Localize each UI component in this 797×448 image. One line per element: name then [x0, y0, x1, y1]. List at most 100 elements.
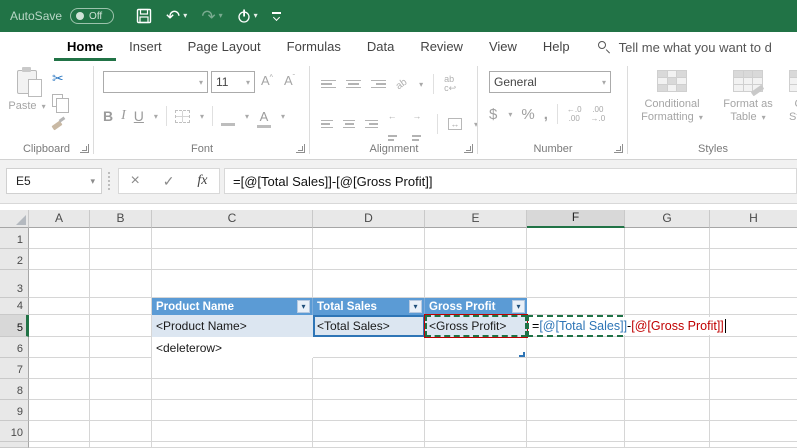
touch-mouse-mode-button[interactable]: ▾	[237, 9, 258, 24]
orientation-button[interactable]: ab	[394, 76, 409, 91]
font-color-dropdown-icon[interactable]: ▾	[281, 112, 285, 121]
column-header-c[interactable]: C	[152, 210, 313, 228]
cell-f5-formula-text[interactable]: = [@[Total Sales]] - [@[Gross Profit]]	[532, 318, 727, 334]
borders-dropdown-icon[interactable]: ▾	[200, 112, 204, 121]
bold-button[interactable]: B	[103, 108, 113, 124]
comma-style-button[interactable]: ,	[544, 106, 548, 123]
wrap-text-button[interactable]: ab c↩	[444, 75, 456, 93]
tab-page-layout[interactable]: Page Layout	[175, 33, 274, 61]
table-header-product-name[interactable]: Product Name ▾	[152, 298, 313, 315]
column-header-d[interactable]: D	[313, 210, 425, 228]
cell-d5-referenced-blue[interactable]: <Total Sales>	[313, 315, 425, 337]
table-header-total-sales[interactable]: Total Sales ▾	[313, 298, 425, 315]
row-header-9[interactable]: 9	[0, 400, 29, 421]
tab-view[interactable]: View	[476, 33, 530, 61]
row-header-1[interactable]: 1	[0, 228, 29, 249]
sheet-row-7[interactable]: 7	[0, 358, 797, 379]
increase-font-size-button[interactable]: A^	[261, 73, 273, 88]
redo-dropdown-icon[interactable]: ▾	[219, 12, 223, 20]
underline-button[interactable]: U	[134, 108, 144, 124]
filter-dropdown-icon[interactable]: ▾	[512, 300, 525, 313]
tab-insert[interactable]: Insert	[116, 33, 175, 61]
row-header-11[interactable]: 11	[0, 442, 29, 448]
tab-formulas[interactable]: Formulas	[274, 33, 354, 61]
number-format-combobox[interactable]: General ▾	[489, 71, 611, 93]
column-header-a[interactable]: A	[29, 210, 90, 228]
align-left-button[interactable]	[321, 119, 334, 129]
column-header-b[interactable]: B	[90, 210, 152, 228]
tab-review[interactable]: Review	[407, 33, 476, 61]
undo-button[interactable]: ↶ ▾	[166, 8, 187, 25]
cut-button[interactable]: ✂	[52, 70, 69, 87]
table-header-gross-profit[interactable]: Gross Profit ▾	[425, 298, 527, 315]
cell-styles-button[interactable]: Cell Styles	[781, 70, 797, 124]
conditional-formatting-button[interactable]: Conditional Formatting ▾	[631, 70, 713, 124]
fill-color-dropdown-icon[interactable]: ▾	[245, 112, 249, 121]
column-header-f-active[interactable]: F	[527, 210, 625, 228]
row-header-3[interactable]: 3	[0, 270, 29, 298]
align-right-button[interactable]	[365, 119, 378, 129]
insert-function-button[interactable]: fx	[197, 173, 207, 189]
table-resize-handle-icon[interactable]	[519, 352, 525, 357]
row-header-6[interactable]: 6	[0, 337, 29, 358]
cancel-button[interactable]: ×	[130, 172, 139, 190]
sheet-row-11[interactable]: 11	[0, 442, 797, 448]
save-button[interactable]	[136, 8, 152, 24]
merge-center-button[interactable]: ↔	[447, 118, 462, 130]
sheet-row-6[interactable]: 6	[0, 337, 797, 358]
autosave-toggle[interactable]: Off	[70, 8, 115, 24]
orientation-dropdown-icon[interactable]: ▾	[419, 80, 423, 89]
row-header-8[interactable]: 8	[0, 379, 29, 400]
redo-button[interactable]: ↷ ▾	[201, 8, 222, 25]
increase-indent-button[interactable]: →	[412, 106, 427, 142]
middle-align-button[interactable]	[346, 79, 361, 89]
italic-button[interactable]: I	[121, 108, 126, 124]
sheet-row-1[interactable]: 1	[0, 228, 797, 249]
tell-me-search[interactable]: Tell me what you want to d	[597, 40, 772, 55]
row-header-2[interactable]: 2	[0, 249, 29, 270]
currency-button[interactable]: $	[489, 106, 497, 123]
format-painter-button[interactable]	[52, 114, 69, 131]
percent-button[interactable]: %	[521, 106, 534, 123]
column-header-e[interactable]: E	[425, 210, 527, 228]
undo-dropdown-icon[interactable]: ▾	[183, 12, 187, 20]
column-header-g[interactable]: G	[625, 210, 710, 228]
column-header-h[interactable]: H	[710, 210, 797, 228]
formula-bar-input[interactable]: =[@[Total Sales]]-[@[Gross Profit]]	[224, 168, 797, 194]
alignment-dialog-launcher-icon[interactable]	[464, 144, 473, 153]
increase-decimal-button[interactable]: ←.0 .00	[567, 105, 582, 123]
filter-dropdown-icon[interactable]: ▾	[409, 300, 422, 313]
name-box-dropdown-icon[interactable]: ▾	[90, 176, 101, 187]
underline-dropdown-icon[interactable]: ▾	[154, 112, 158, 121]
paste-button[interactable]: Paste ▾	[8, 67, 46, 142]
paste-dropdown-icon[interactable]: ▾	[42, 102, 46, 111]
decrease-decimal-button[interactable]: .00 →.0	[591, 105, 606, 123]
tab-help[interactable]: Help	[530, 33, 583, 61]
tab-home[interactable]: Home	[54, 33, 117, 61]
row-header-5-active[interactable]: 5	[0, 315, 29, 337]
select-all-button[interactable]	[0, 210, 29, 228]
worksheet-grid[interactable]: A B C D E F G H 1 2 3 4 5 6 7 8 9 10 11 …	[0, 204, 797, 448]
sheet-row-3[interactable]: 3	[0, 270, 797, 298]
customize-qat-button[interactable]	[271, 12, 281, 22]
cell-c6[interactable]: <deleterow>	[152, 337, 313, 358]
clipboard-dialog-launcher-icon[interactable]	[80, 144, 89, 153]
font-color-button[interactable]: A	[256, 109, 271, 128]
cell-c5[interactable]: <Product Name>	[152, 315, 313, 337]
sheet-row-10[interactable]: 10	[0, 421, 797, 442]
tab-data[interactable]: Data	[354, 33, 407, 61]
format-as-table-button[interactable]: Format as Table ▾	[717, 70, 779, 124]
number-dialog-launcher-icon[interactable]	[614, 144, 623, 153]
font-size-combobox[interactable]: 11 ▾	[211, 71, 255, 93]
font-dialog-launcher-icon[interactable]	[296, 144, 305, 153]
cell-e5-referenced-red[interactable]: <Gross Profit>	[425, 315, 527, 337]
bottom-align-button[interactable]	[371, 79, 386, 89]
sheet-row-9[interactable]: 9	[0, 400, 797, 421]
align-center-button[interactable]	[343, 119, 356, 129]
sheet-row-8[interactable]: 8	[0, 379, 797, 400]
name-box[interactable]: E5 ▾	[6, 168, 102, 194]
borders-button[interactable]	[174, 109, 190, 123]
row-header-7[interactable]: 7	[0, 358, 29, 379]
row-header-10[interactable]: 10	[0, 421, 29, 442]
font-name-combobox[interactable]: ▾	[103, 71, 208, 93]
